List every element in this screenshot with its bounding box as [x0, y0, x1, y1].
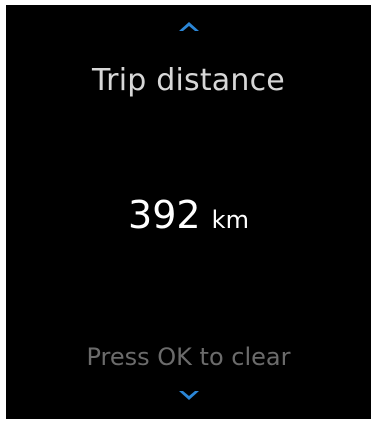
- clear-hint: Press OK to clear: [86, 343, 291, 371]
- trip-computer-screen: Trip distance 392 km Press OK to clear: [6, 5, 371, 419]
- trip-distance-unit: km: [211, 206, 249, 234]
- trip-distance-title: Trip distance: [92, 63, 285, 98]
- trip-distance-readout: 392 km: [6, 193, 371, 237]
- chevron-up-icon: [178, 22, 199, 31]
- chevron-down-icon: [178, 391, 199, 400]
- scroll-up-button[interactable]: [177, 19, 201, 33]
- scroll-down-button[interactable]: [177, 389, 201, 403]
- trip-distance-value: 392: [128, 193, 201, 237]
